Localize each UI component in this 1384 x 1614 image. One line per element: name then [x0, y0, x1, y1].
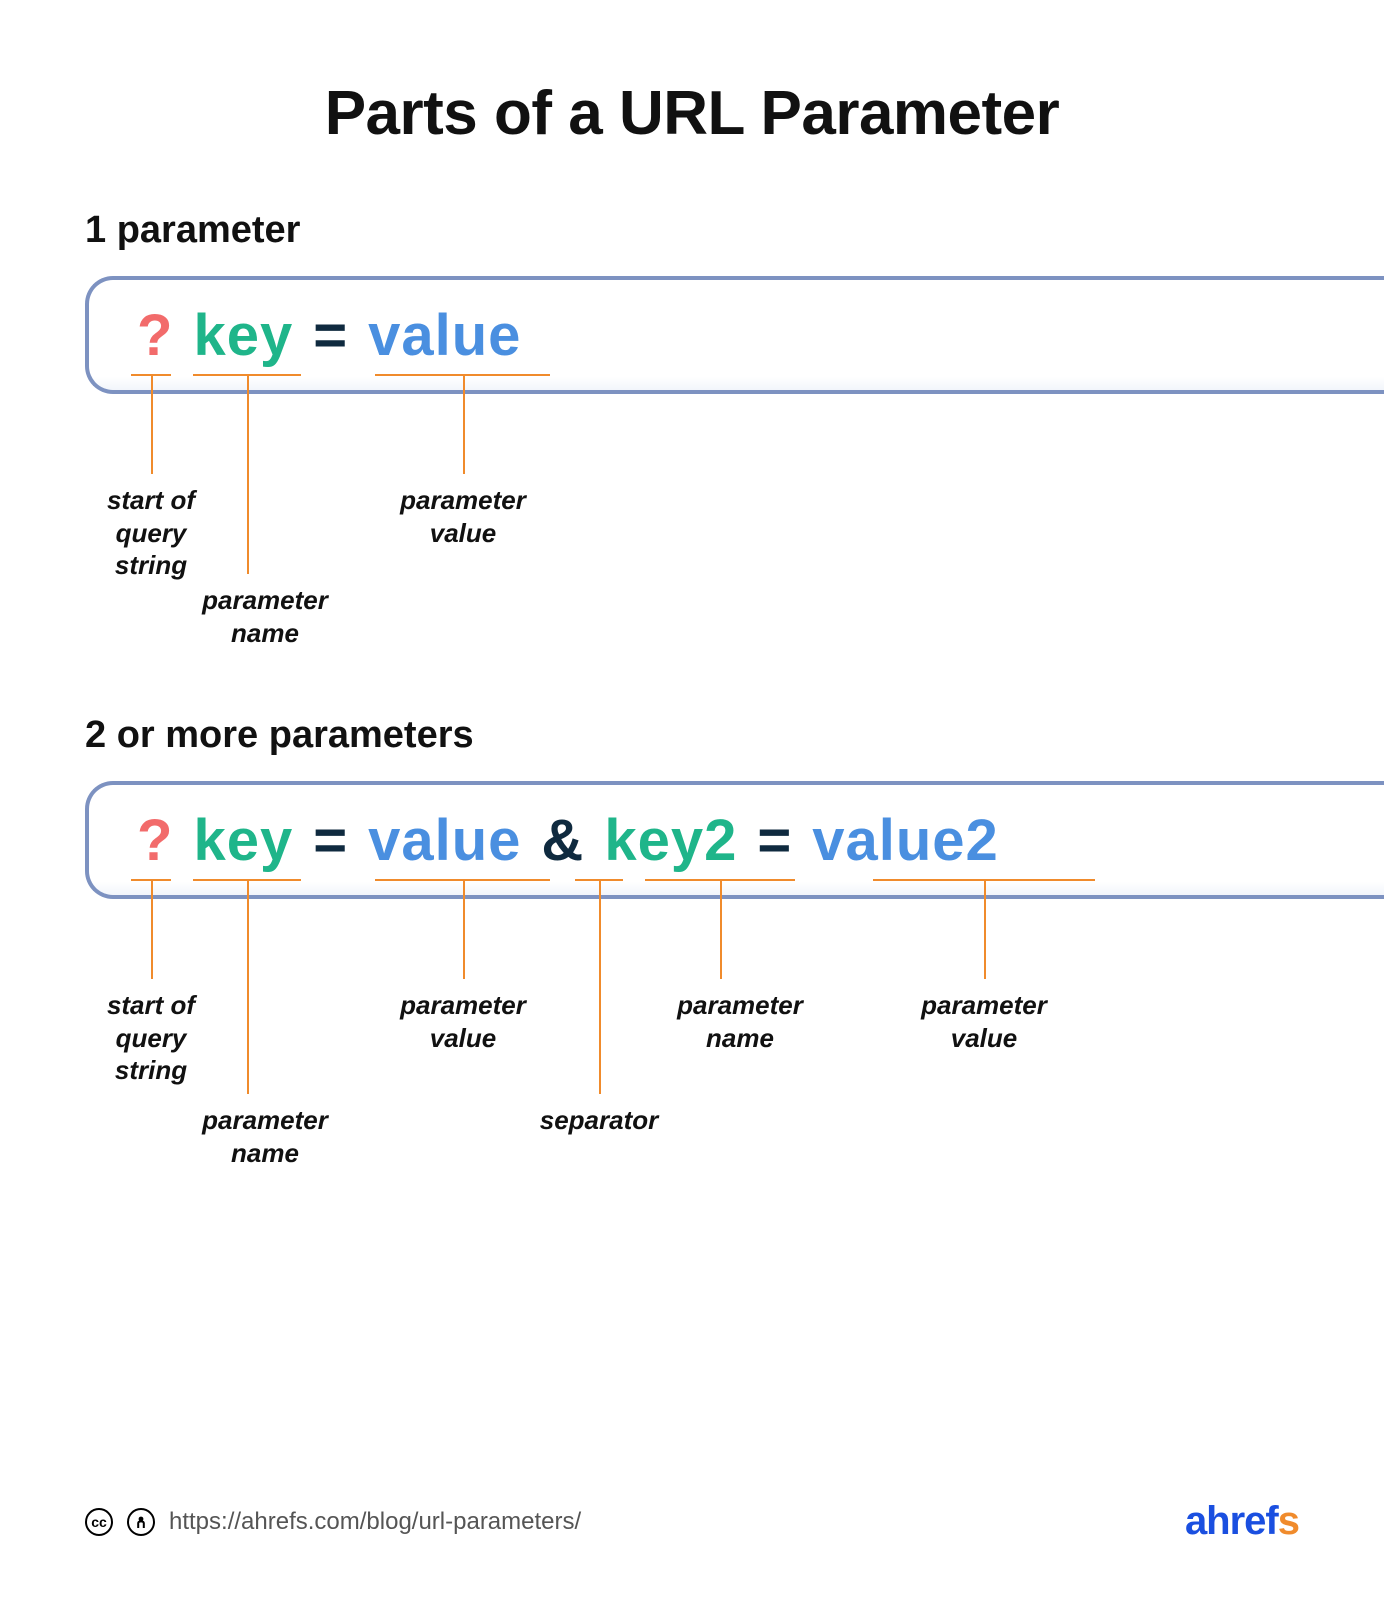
- token-ampersand: &: [541, 807, 584, 874]
- callout-param-value2: parametervalue: [921, 989, 1047, 1054]
- footer-url: https://ahrefs.com/blog/url-parameters/: [169, 1508, 581, 1536]
- footer: cc https://ahrefs.com/blog/url-parameter…: [85, 1499, 1299, 1544]
- page-title: Parts of a URL Parameter: [0, 78, 1384, 149]
- token-equals: =: [313, 302, 348, 369]
- section1-label: 1 parameter: [85, 209, 1384, 252]
- callout-line: [151, 879, 153, 979]
- token-key: key: [193, 302, 293, 369]
- token-value: value: [368, 302, 521, 369]
- callout-param-value: parametervalue: [400, 484, 526, 549]
- callout-line: [247, 879, 249, 1094]
- token-key2: key2: [604, 807, 737, 874]
- callout-separator: separator: [540, 1104, 659, 1137]
- token-question: ?: [137, 302, 173, 369]
- cc-icon: cc: [85, 1508, 113, 1536]
- callout-start-query: start ofquerystring: [107, 484, 195, 582]
- footer-left: cc https://ahrefs.com/blog/url-parameter…: [85, 1508, 581, 1536]
- callout-line: [463, 374, 465, 474]
- token-equals2: =: [757, 807, 792, 874]
- url-bar-2: ? key = value & key2 = value2: [85, 781, 1384, 899]
- callout-start-query: start ofquerystring: [107, 989, 195, 1087]
- callout-param-name: parametername: [202, 584, 328, 649]
- callout-line: [984, 879, 986, 979]
- callouts-1: start ofquerystring parametername parame…: [85, 394, 1384, 674]
- url-bar-1: ? key = value: [85, 276, 1384, 394]
- callout-line: [151, 374, 153, 474]
- token-value2: value2: [812, 807, 999, 874]
- token-equals: =: [313, 807, 348, 874]
- callout-line: [720, 879, 722, 979]
- callout-line: [463, 879, 465, 979]
- token-value: value: [368, 807, 521, 874]
- attribution-icon: [127, 1508, 155, 1536]
- callout-param-name: parametername: [202, 1104, 328, 1169]
- callout-param-name2: parametername: [677, 989, 803, 1054]
- token-key: key: [193, 807, 293, 874]
- ahrefs-logo: ahrefs: [1185, 1499, 1299, 1544]
- section2-label: 2 or more parameters: [85, 714, 1384, 757]
- callout-line: [247, 374, 249, 574]
- callout-line: [599, 879, 601, 1094]
- callout-param-value: parametervalue: [400, 989, 526, 1054]
- token-question: ?: [137, 807, 173, 874]
- callouts-2: start ofquerystring parametername parame…: [85, 899, 1384, 1199]
